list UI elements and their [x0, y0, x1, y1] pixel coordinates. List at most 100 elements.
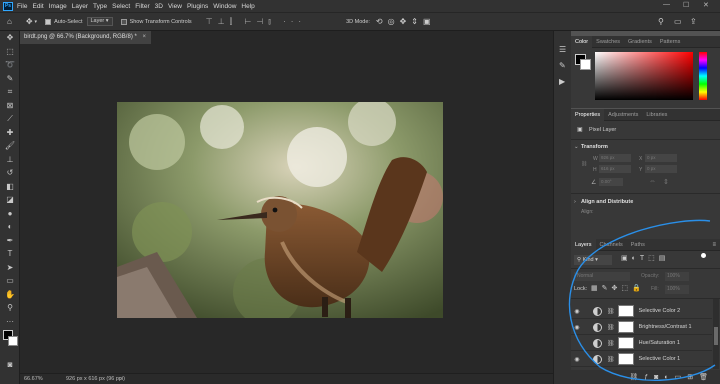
chevron-right-icon[interactable]: ›: [120, 374, 122, 384]
tools-panel: ✥ ⬚ ➰ ✎ ⌗ ⊠ ⟋ ✚ 🖌 ⊥ ↺ ◧ ◪ ● ◐ ✒ T ➤ ▭ ✋ …: [0, 31, 20, 384]
menu-select[interactable]: Select: [112, 3, 130, 10]
menu-window[interactable]: Window: [213, 3, 236, 10]
menu-layer[interactable]: Layer: [72, 3, 88, 10]
more-tools-icon[interactable]: ···: [0, 315, 20, 329]
width-field[interactable]: 926 px: [599, 154, 631, 162]
flip-horizontal-icon[interactable]: ⇔: [649, 178, 656, 185]
transform-heading: Transform: [581, 144, 608, 150]
close-window-button[interactable]: ✕: [703, 1, 709, 9]
color-panel-tabs: Color Swatches Gradients Patterns: [571, 35, 720, 48]
maximize-button[interactable]: ☐: [683, 1, 689, 9]
tab-patterns[interactable]: Patterns: [656, 36, 684, 48]
menu-3d[interactable]: 3D: [155, 3, 163, 10]
align-icons[interactable]: ⊤⊥⫿ ⊢⊣⫾ ···: [206, 17, 306, 27]
crop-tool-icon[interactable]: ⌗: [0, 85, 20, 99]
brush-tool-icon[interactable]: 🖌: [0, 139, 20, 153]
color-swatches[interactable]: [0, 328, 19, 358]
quick-select-tool-icon[interactable]: ✎: [0, 72, 20, 86]
y-label: Y: [639, 167, 643, 173]
clone-stamp-tool-icon[interactable]: ⊥: [0, 153, 20, 167]
type-tool-icon[interactable]: T: [0, 247, 20, 261]
layer-type-label: Pixel Layer: [589, 127, 617, 133]
show-transform-label: Show Transform Controls: [129, 18, 192, 25]
workspace-icon[interactable]: ▭: [674, 17, 682, 26]
color-panel-body: [571, 48, 720, 108]
auto-select-checkbox[interactable]: [45, 18, 52, 25]
blur-tool-icon[interactable]: ●: [0, 207, 20, 221]
auto-select-target-dropdown[interactable]: Layer ▾: [86, 17, 113, 26]
auto-select-label: Auto-Select: [54, 18, 83, 25]
x-field[interactable]: 0 px: [645, 154, 677, 162]
height-field[interactable]: 616 px: [599, 165, 631, 173]
close-tab-icon[interactable]: ×: [143, 34, 147, 40]
h-label: H: [593, 167, 597, 173]
path-selection-tool-icon[interactable]: ➤: [0, 261, 20, 275]
menu-help[interactable]: Help: [241, 3, 254, 10]
color-panel: Color Swatches Gradients Patterns: [571, 35, 720, 108]
3d-mode-icons[interactable]: ⟲◎✥⇕▣: [376, 17, 436, 26]
pen-tool-icon[interactable]: ✒: [0, 234, 20, 248]
marquee-tool-icon[interactable]: ⬚: [0, 45, 20, 59]
zoom-level[interactable]: 66.67%: [24, 374, 43, 384]
options-bar: ⌂ ✥ ▾ Auto-Select Layer ▾ Show Transform…: [0, 12, 720, 31]
align-heading: Align and Distribute: [581, 199, 634, 205]
move-tool-icon[interactable]: ✥: [26, 17, 33, 26]
chevron-right-icon[interactable]: ›: [574, 199, 576, 205]
lasso-tool-icon[interactable]: ➰: [0, 58, 20, 72]
document-title: birdt.png @ 66.7% (Background, RGB/8) *: [24, 34, 137, 40]
move-tool-icon[interactable]: ✥: [0, 31, 20, 45]
menu-bar: Ps File Edit Image Layer Type Select Fil…: [0, 0, 720, 12]
home-icon[interactable]: ⌂: [7, 17, 12, 26]
auto-select-target-value: Layer: [90, 18, 105, 24]
history-brush-tool-icon[interactable]: ↺: [0, 166, 20, 180]
menu-type[interactable]: Type: [93, 3, 107, 10]
tab-color[interactable]: Color: [571, 35, 593, 48]
background-color[interactable]: [8, 336, 18, 346]
chevron-down-icon[interactable]: ▾: [35, 19, 38, 25]
dodge-tool-icon[interactable]: ◐: [0, 220, 20, 234]
angle-field[interactable]: 0.00°: [599, 178, 623, 186]
zoom-tool-icon[interactable]: ⚲: [0, 301, 20, 315]
hue-slider[interactable]: [699, 52, 707, 100]
menu-edit[interactable]: Edit: [32, 3, 43, 10]
paint-bucket-tool-icon[interactable]: ◪: [0, 193, 20, 207]
hand-tool-icon[interactable]: ✋: [0, 288, 20, 302]
healing-brush-tool-icon[interactable]: ✚: [0, 126, 20, 140]
color-field[interactable]: [595, 52, 693, 100]
quick-mask-icon[interactable]: ◙: [0, 358, 20, 372]
menu-filter[interactable]: Filter: [135, 3, 149, 10]
document-info: 926 px x 616 px (96 ppi): [66, 376, 126, 382]
brush-panel-icon[interactable]: ✎: [559, 61, 566, 70]
flip-vertical-icon[interactable]: ⇕: [663, 178, 669, 186]
properties-panel-tabs: Properties Adjustments Libraries: [571, 108, 720, 121]
search-icon[interactable]: ⚲: [658, 17, 664, 26]
document-image[interactable]: [117, 102, 443, 318]
eyedropper-tool-icon[interactable]: ⟋: [0, 112, 20, 126]
tab-swatches[interactable]: Swatches: [592, 36, 624, 48]
link-icon[interactable]: ⛓: [581, 161, 587, 167]
chevron-down-icon[interactable]: ⌄: [574, 144, 579, 150]
background-color-swatch[interactable]: [580, 59, 591, 70]
share-icon[interactable]: ⇪: [690, 17, 697, 26]
tab-adjustments[interactable]: Adjustments: [604, 109, 642, 121]
eraser-tool-icon[interactable]: ◧: [0, 180, 20, 194]
menu-file[interactable]: File: [17, 3, 27, 10]
frame-tool-icon[interactable]: ⊠: [0, 99, 20, 113]
menu-plugins[interactable]: Plugins: [187, 3, 208, 10]
status-bar: 66.67% 926 px x 616 px (96 ppi) ›: [20, 373, 553, 384]
minimize-button[interactable]: —: [663, 1, 670, 8]
angle-icon: ∠: [591, 180, 597, 186]
menu-image[interactable]: Image: [49, 3, 67, 10]
show-transform-checkbox[interactable]: [120, 18, 127, 25]
actions-panel-icon[interactable]: ▶: [559, 77, 565, 86]
w-label: W: [593, 156, 598, 162]
tab-gradients[interactable]: Gradients: [624, 36, 656, 48]
tab-libraries[interactable]: Libraries: [642, 109, 671, 121]
tab-properties[interactable]: Properties: [571, 108, 605, 121]
y-field[interactable]: 0 px: [645, 165, 677, 173]
menu-view[interactable]: View: [168, 3, 182, 10]
3d-mode-label: 3D Mode:: [346, 18, 370, 25]
history-panel-icon[interactable]: ☰: [559, 45, 566, 54]
rectangle-tool-icon[interactable]: ▭: [0, 274, 20, 288]
document-tab[interactable]: birdt.png @ 66.7% (Background, RGB/8) * …: [20, 31, 151, 44]
